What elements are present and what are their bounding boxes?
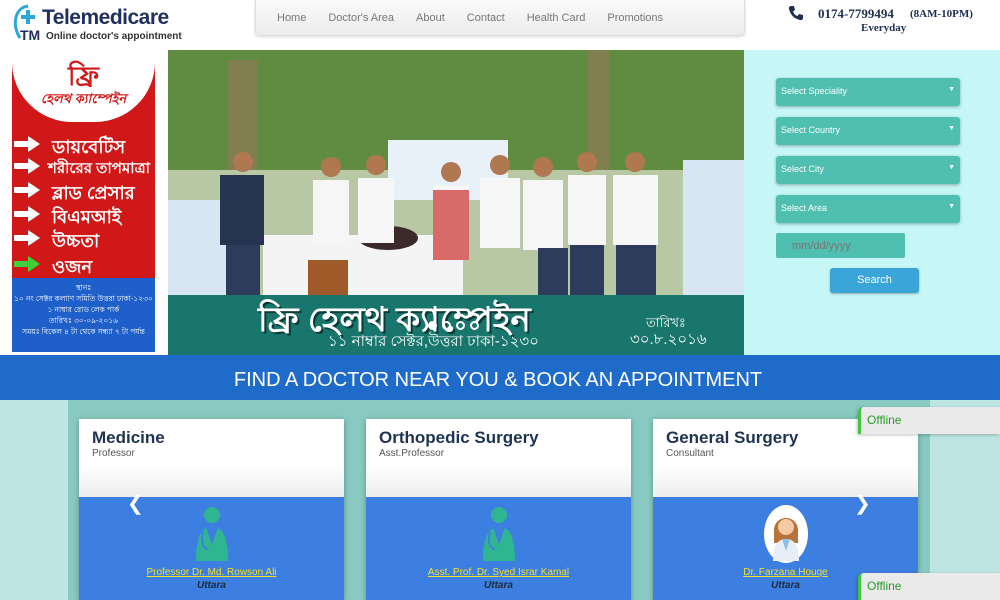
doctor-silhouette-icon bbox=[196, 507, 228, 561]
nav-home[interactable]: Home bbox=[277, 12, 306, 24]
header: TM Telemedicare Online doctor's appointm… bbox=[0, 0, 1000, 50]
chat-status-offline[interactable]: Offline bbox=[858, 573, 1000, 600]
logo-subtitle: Online doctor's appointment bbox=[46, 31, 182, 42]
main-nav: Home Doctor's Area About Contact Health … bbox=[255, 0, 745, 36]
chat-status-offline[interactable]: Offline bbox=[858, 407, 1000, 434]
speciality-select-value: Select Speciality bbox=[781, 86, 848, 96]
poster-item: বিএমআই bbox=[12, 202, 155, 227]
slide-dot[interactable] bbox=[470, 321, 479, 330]
city-select[interactable]: Select City ▼ bbox=[776, 156, 960, 184]
slide-date: ৩০.৮.২০১৬ bbox=[630, 331, 707, 348]
nav-about[interactable]: About bbox=[416, 12, 445, 24]
poster-venue2: ১ নাম্বার রোড লেক পার্ক bbox=[47, 305, 120, 314]
country-select-value: Select Country bbox=[781, 125, 841, 135]
logo-title: Telemedicare bbox=[42, 6, 169, 29]
card-role: Asst.Professor bbox=[379, 448, 445, 459]
doctor-card[interactable]: Orthopedic Surgery Asst.Professor Asst. … bbox=[366, 419, 631, 600]
poster-item: শরীরের তাপমাত্রা bbox=[12, 154, 155, 178]
poster-item: ওজন bbox=[12, 252, 155, 277]
doctor-name-link[interactable]: Asst. Prof. Dr. Syed Israr Kamal bbox=[366, 567, 631, 578]
poster-item: ডায়বেটিস bbox=[12, 132, 155, 157]
poster-venue: ১০ নং সেক্টর কল্যাণ সমিতি উত্তরা ঢাকা-১২… bbox=[14, 294, 153, 303]
slide-dot-active[interactable] bbox=[428, 321, 437, 330]
arrow-right-icon bbox=[14, 182, 40, 198]
area-select-value: Select Area bbox=[781, 203, 828, 213]
poster-date: তারিখঃ ৩০-০৯-২০১৬ bbox=[48, 316, 119, 325]
arrow-right-icon bbox=[14, 136, 40, 152]
city-select-value: Select City bbox=[781, 164, 825, 174]
arrow-right-icon bbox=[14, 158, 40, 174]
card-speciality: Medicine bbox=[92, 428, 165, 447]
speciality-select[interactable]: Select Speciality ▼ bbox=[776, 78, 960, 106]
card-speciality: General Surgery bbox=[666, 428, 799, 447]
select-arrow-icon: ▼ bbox=[948, 164, 955, 171]
phone-icon bbox=[788, 6, 803, 21]
slide-dot[interactable] bbox=[456, 321, 465, 330]
date-input[interactable] bbox=[776, 233, 905, 258]
poster-venue-label: স্থানঃ bbox=[75, 283, 92, 292]
poster-info: স্থানঃ ১০ নং সেক্টর কল্যাণ সমিতি উত্তরা … bbox=[12, 278, 155, 352]
logo[interactable]: TM Telemedicare Online doctor's appointm… bbox=[10, 4, 182, 46]
select-arrow-icon: ▼ bbox=[948, 86, 955, 93]
country-select[interactable]: Select Country ▼ bbox=[776, 117, 960, 145]
campaign-poster[interactable]: ফ্রি হেলথ ক্যাম্পেইন ডায়বেটিস শরীরের তা… bbox=[12, 50, 155, 352]
poster-item: ব্লাড প্রেসার bbox=[12, 178, 155, 203]
select-arrow-icon: ▼ bbox=[948, 203, 955, 210]
carousel-next-icon[interactable]: ❯ bbox=[854, 491, 871, 516]
slide-subtitle: ১১ নাম্বার সেক্টর,উত্তরা ঢাকা-১২৩০ bbox=[328, 333, 539, 350]
doctor-card[interactable]: Medicine Professor Professor Dr. Md. Row… bbox=[79, 419, 344, 600]
carousel-prev-icon[interactable]: ❮ bbox=[127, 491, 144, 516]
nav-promotions[interactable]: Promotions bbox=[607, 12, 663, 24]
hero-slide[interactable]: ফ্রি হেলথ ক্যাম্পেইন ১১ নাম্বার সেক্টর,উ… bbox=[168, 50, 744, 355]
doctor-silhouette-icon bbox=[483, 507, 515, 561]
doctor-name-link[interactable]: Professor Dr. Md. Rowson Ali bbox=[79, 567, 344, 578]
nav-doctors-area[interactable]: Doctor's Area bbox=[328, 12, 394, 24]
phone-hours: (8AM-10PM) bbox=[910, 8, 973, 20]
banner-text: FIND A DOCTOR NEAR YOU & BOOK AN APPOINT… bbox=[233, 369, 763, 391]
phone-days: Everyday bbox=[861, 22, 907, 34]
arrow-right-icon bbox=[14, 206, 40, 222]
search-button[interactable]: Search bbox=[830, 268, 919, 293]
logo-mark-icon: TM bbox=[13, 4, 40, 43]
poster-item: উচ্চতা bbox=[12, 226, 155, 251]
arrow-right-icon bbox=[14, 256, 40, 272]
svg-text:TM: TM bbox=[20, 27, 40, 43]
doctor-location: Uttara bbox=[197, 580, 226, 591]
arrow-right-icon bbox=[14, 230, 40, 246]
card-role: Consultant bbox=[666, 448, 714, 459]
poster-time: সময়ঃ বিকেল ৪ টা থেকে সন্ধ্যা ৭ টা পর্যন… bbox=[22, 327, 145, 336]
slide-dot[interactable] bbox=[442, 321, 451, 330]
nav-health-card[interactable]: Health Card bbox=[527, 12, 586, 24]
card-role: Professor bbox=[92, 448, 135, 459]
card-speciality: Orthopedic Surgery bbox=[379, 428, 539, 447]
select-arrow-icon: ▼ bbox=[948, 125, 955, 132]
area-select[interactable]: Select Area ▼ bbox=[776, 195, 960, 223]
phone-number[interactable]: 0174-7799494 bbox=[818, 6, 894, 22]
female-doctor-icon bbox=[764, 505, 808, 563]
nav-contact[interactable]: Contact bbox=[467, 12, 505, 24]
doctor-location: Uttara bbox=[484, 580, 513, 591]
poster-campaign: হেলথ ক্যাম্পেইন bbox=[40, 91, 127, 106]
